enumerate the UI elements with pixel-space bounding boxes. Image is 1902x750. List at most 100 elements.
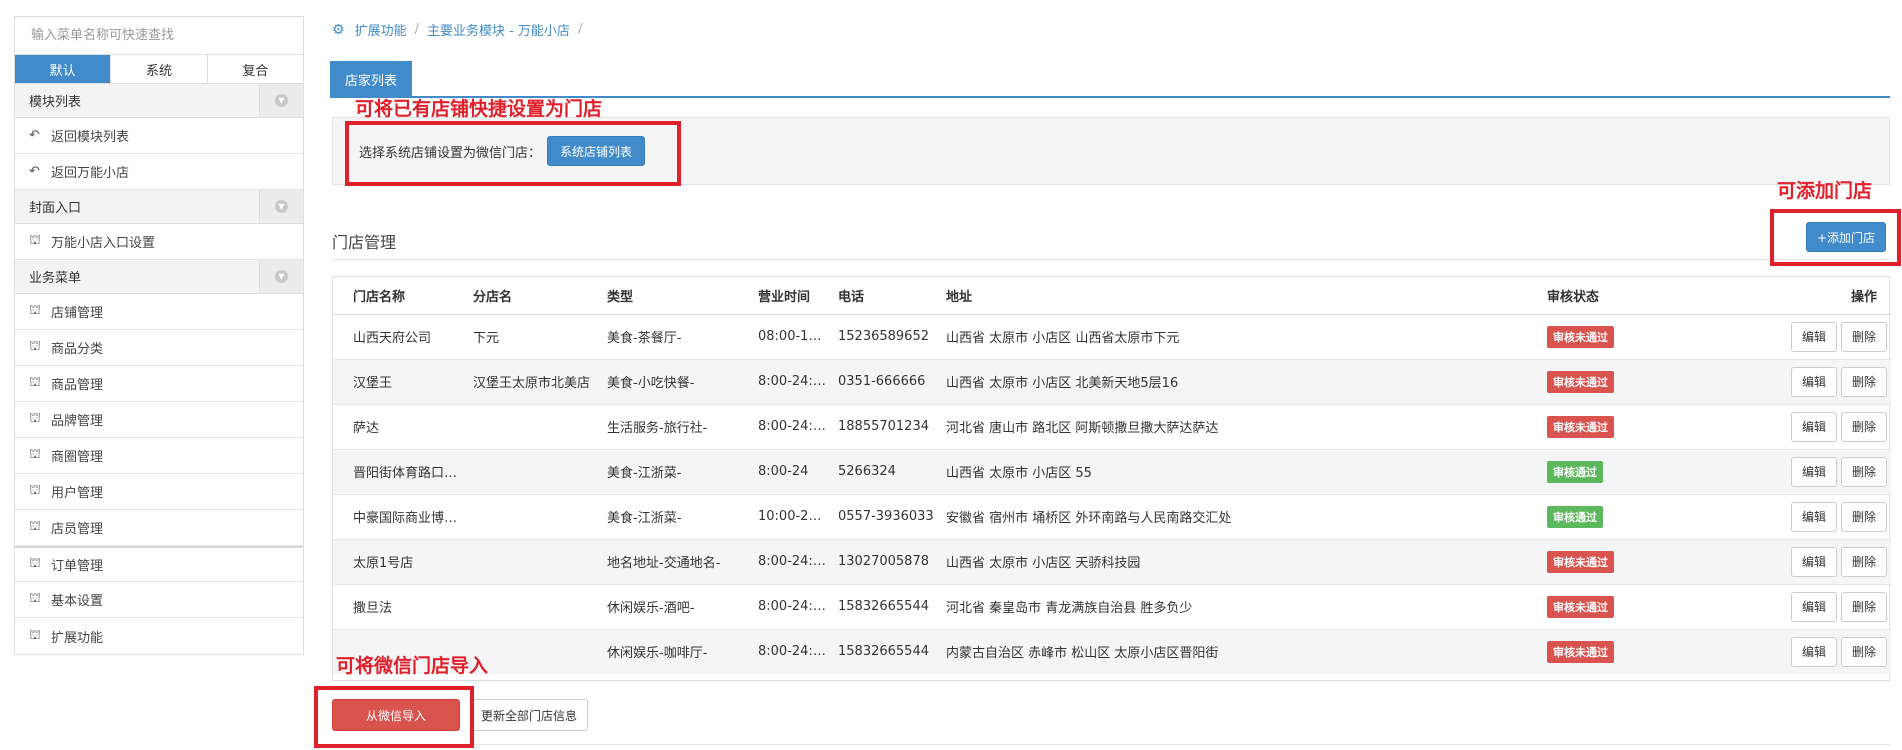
edit-button[interactable]: 编辑 bbox=[1790, 456, 1837, 487]
status-badge: 审核通过 bbox=[1547, 505, 1603, 528]
sidebar-item-label: 店铺管理 bbox=[51, 306, 104, 321]
sidebar-item-back-store[interactable]: ↶ 返回万能小店 bbox=[15, 154, 303, 190]
cell-store-name: 太原1号店 bbox=[333, 539, 467, 585]
breadcrumb-separator: / bbox=[577, 22, 583, 37]
edit-button[interactable]: 编辑 bbox=[1790, 411, 1837, 442]
tab-default[interactable]: 默认 bbox=[15, 55, 112, 83]
table-header-row: 门店名称 分店名 类型 营业时间 电话 地址 审核状态 操作 bbox=[333, 277, 1891, 315]
edit-button[interactable]: 编辑 bbox=[1790, 591, 1837, 622]
group-business-menu[interactable]: 业务菜单 ▼ bbox=[15, 260, 303, 294]
annotation-add-store: 可添加门店 bbox=[1777, 180, 1873, 202]
edit-button[interactable]: 编辑 bbox=[1790, 321, 1837, 352]
annotation-box-import-wechat bbox=[314, 686, 474, 748]
sidebar-item-basic-settings[interactable]: ⛫ 基本设置 bbox=[15, 582, 303, 618]
sitemap-icon: ⛫ bbox=[29, 519, 41, 534]
cell-actions: 编辑 删除 bbox=[1681, 584, 1891, 630]
col-header-hours: 营业时间 bbox=[752, 277, 832, 315]
tab-bar: 店家列表 bbox=[330, 61, 1890, 98]
status-badge: 审核未通过 bbox=[1547, 595, 1614, 618]
delete-button[interactable]: 删除 bbox=[1840, 546, 1887, 577]
update-all-stores-button[interactable]: 更新全部门店信息 bbox=[470, 699, 589, 731]
section-divider bbox=[332, 259, 1890, 260]
cell-type: 美食-江浙菜- bbox=[601, 449, 752, 495]
delete-button[interactable]: 删除 bbox=[1840, 636, 1887, 667]
edit-button[interactable]: 编辑 bbox=[1790, 366, 1837, 397]
group-toggle[interactable]: ▼ bbox=[259, 260, 303, 293]
edit-button[interactable]: 编辑 bbox=[1790, 546, 1837, 577]
chevron-down-icon: ▼ bbox=[275, 270, 288, 283]
table-row: 中豪国际商业博览城 美食-江浙菜- 10:00-21... 0557-3936033 安… bbox=[333, 494, 1891, 540]
status-badge: 审核未通过 bbox=[1547, 370, 1614, 393]
delete-button[interactable]: 删除 bbox=[1840, 591, 1887, 622]
tab-system[interactable]: 系统 bbox=[111, 55, 208, 83]
cell-actions: 编辑 删除 bbox=[1681, 539, 1891, 585]
cell-hours: 8:00-24 bbox=[752, 449, 832, 495]
cell-address: 山西省 太原市 小店区 山西省太原市下元 bbox=[940, 314, 1541, 360]
cell-type: 地名地址-交通地名- bbox=[601, 539, 752, 585]
cell-store-name: 汉堡王 bbox=[333, 359, 467, 405]
group-label: 业务菜单 bbox=[29, 271, 82, 286]
cell-address: 山西省 太原市 小店区 55 bbox=[940, 449, 1541, 495]
cell-store-name: 撒旦法 bbox=[333, 584, 467, 630]
sidebar-item-district-management[interactable]: ⛫ 商圈管理 bbox=[15, 438, 303, 474]
cell-actions: 编辑 删除 bbox=[1681, 494, 1891, 540]
sidebar-item-back-modules[interactable]: ↶ 返回模块列表 bbox=[15, 118, 303, 154]
sidebar-item-label: 返回模块列表 bbox=[51, 130, 130, 145]
cell-hours: 10:00-21... bbox=[752, 494, 832, 540]
sidebar-item-label: 扩展功能 bbox=[51, 630, 104, 646]
cell-address: 河北省 唐山市 路北区 阿斯顿撒旦撒大萨达萨达 bbox=[940, 404, 1541, 450]
cell-branch-name bbox=[467, 494, 601, 540]
sidebar-item-label: 商品管理 bbox=[51, 378, 104, 393]
edit-button[interactable]: 编辑 bbox=[1790, 501, 1837, 532]
sidebar-item-entry-settings[interactable]: ⛫ 万能小店入口设置 bbox=[15, 224, 303, 260]
sitemap-icon: ⛫ bbox=[29, 591, 41, 606]
menu-search-input[interactable] bbox=[29, 27, 289, 44]
sidebar-item-brand-management[interactable]: ⛫ 品牌管理 bbox=[15, 402, 303, 438]
delete-button[interactable]: 删除 bbox=[1840, 321, 1887, 352]
cell-phone: 0351-666666 bbox=[832, 359, 940, 405]
sidebar-item-store-management[interactable]: ⛫ 店铺管理 bbox=[15, 294, 303, 330]
cell-branch-name: 汉堡王太原市北美店 bbox=[467, 359, 601, 405]
sitemap-icon: ⛫ bbox=[29, 483, 41, 498]
cell-hours: 8:00-24:00 bbox=[752, 584, 832, 630]
cell-actions: 编辑 删除 bbox=[1681, 314, 1891, 360]
group-toggle[interactable]: ▼ bbox=[259, 190, 303, 223]
cell-branch-name bbox=[467, 449, 601, 495]
breadcrumb-link-extensions[interactable]: 扩展功能 bbox=[355, 20, 407, 39]
cell-status: 审核未通过 bbox=[1541, 314, 1681, 360]
col-header-status: 审核状态 bbox=[1541, 277, 1681, 315]
cell-store-name: 中豪国际商业博览城 bbox=[333, 494, 467, 540]
cell-status: 审核未通过 bbox=[1541, 359, 1681, 405]
cell-hours: 8:00-24:00 bbox=[752, 539, 832, 585]
cell-address: 山西省 太原市 小店区 北美新天地5层16 bbox=[940, 359, 1541, 405]
cell-store-name: 萨达 bbox=[333, 404, 467, 450]
cell-type: 休闲娱乐-酒吧- bbox=[601, 584, 752, 630]
cell-status: 审核未通过 bbox=[1541, 404, 1681, 450]
edit-button[interactable]: 编辑 bbox=[1790, 636, 1837, 667]
delete-button[interactable]: 删除 bbox=[1840, 456, 1887, 487]
breadcrumb-link-module[interactable]: 主要业务模块 - 万能小店 bbox=[427, 20, 570, 39]
sidebar-item-clerk-management[interactable]: ⛫ 店员管理 bbox=[15, 510, 303, 546]
delete-button[interactable]: 删除 bbox=[1840, 501, 1887, 532]
sidebar-item-order-management[interactable]: ⛫ 订单管理 bbox=[15, 546, 303, 582]
tab-store-list[interactable]: 店家列表 bbox=[330, 61, 412, 98]
status-badge: 审核未通过 bbox=[1547, 550, 1614, 573]
cell-branch-name bbox=[467, 404, 601, 450]
sidebar-item-product-category[interactable]: ⛫ 商品分类 bbox=[15, 330, 303, 366]
sidebar-item-product-management[interactable]: ⛫ 商品管理 bbox=[15, 366, 303, 402]
sidebar-item-extensions[interactable]: ⛫ 扩展功能 bbox=[15, 618, 303, 654]
sidebar-item-label: 返回万能小店 bbox=[51, 166, 130, 181]
sidebar-item-user-management[interactable]: ⛫ 用户管理 bbox=[15, 474, 303, 510]
group-module-list[interactable]: 模块列表 ▼ bbox=[15, 84, 303, 118]
cell-actions: 编辑 删除 bbox=[1681, 404, 1891, 450]
tab-composite[interactable]: 复合 bbox=[208, 55, 303, 83]
status-badge: 审核通过 bbox=[1547, 460, 1603, 483]
group-toggle[interactable]: ▼ bbox=[259, 84, 303, 117]
cell-type: 生活服务-旅行社- bbox=[601, 404, 752, 450]
group-cover-entry[interactable]: 封面入口 ▼ bbox=[15, 190, 303, 224]
table-row: 晋阳街体育路口[... 美食-江浙菜- 8:00-24 5266324 山西省 太原市 … bbox=[333, 449, 1891, 495]
cell-hours: 8:00-24:00 bbox=[752, 404, 832, 450]
cell-store-name: 山西天府公司 bbox=[333, 314, 467, 360]
delete-button[interactable]: 删除 bbox=[1840, 411, 1887, 442]
delete-button[interactable]: 删除 bbox=[1840, 366, 1887, 397]
